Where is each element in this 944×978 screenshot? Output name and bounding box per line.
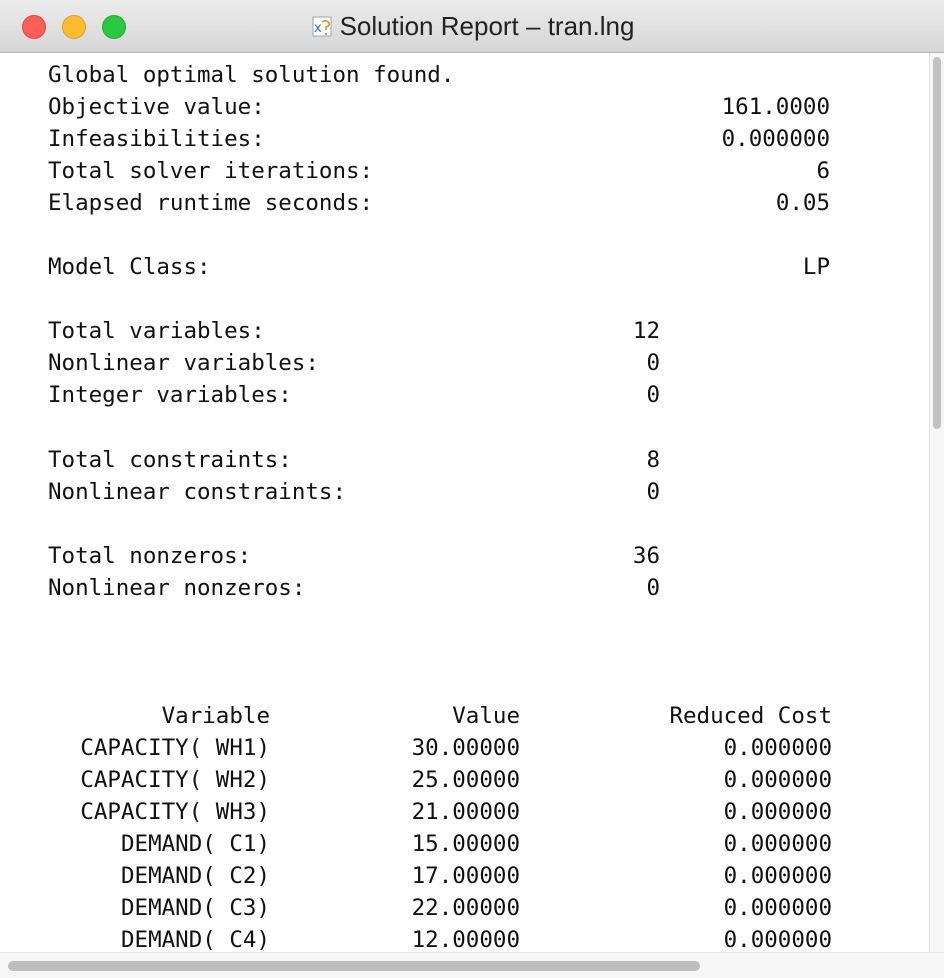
horizontal-scrollbar[interactable] — [0, 952, 944, 978]
variable-value: 12.00000 — [411, 927, 520, 953]
variable-name: CAPACITY( WH3) — [80, 799, 270, 825]
variable-name: CAPACITY( WH2) — [80, 767, 270, 793]
model-class-label: Model Class: — [48, 254, 211, 280]
variable-name: DEMAND( C1) — [120, 831, 270, 857]
variable-value: 22.00000 — [411, 895, 520, 921]
stat-label: Nonlinear constraints: — [48, 479, 347, 505]
variable-reduced-cost: 0.000000 — [723, 895, 832, 921]
variable-value: 21.00000 — [411, 799, 520, 825]
vertical-scroll-thumb[interactable] — [933, 57, 941, 429]
solver-status: Global optimal solution found. — [48, 62, 455, 88]
summary-label: Elapsed runtime seconds: — [48, 190, 374, 216]
variable-reduced-cost: 0.000000 — [723, 831, 832, 857]
summary-label: Infeasibilities: — [48, 126, 265, 152]
vertical-scrollbar[interactable] — [929, 53, 944, 953]
stat-value: 12 — [632, 318, 660, 344]
window-title: Solution Report – tran.lng — [339, 10, 635, 41]
document-icon: x — [310, 13, 336, 39]
variable-value: 15.00000 — [411, 831, 520, 857]
variable-reduced-cost: 0.000000 — [723, 799, 832, 825]
stat-label: Total constraints: — [48, 447, 292, 473]
stat-label: Nonlinear nonzeros: — [48, 575, 306, 601]
stat-label: Total variables: — [48, 318, 265, 344]
summary-label: Total solver iterations: — [48, 158, 374, 184]
stat-value: 0 — [646, 479, 660, 505]
runtime-value: 0.05 — [775, 190, 830, 216]
variable-name: DEMAND( C2) — [120, 863, 270, 889]
variable-name: DEMAND( C4) — [120, 927, 270, 953]
iterations-value: 6 — [816, 158, 830, 184]
variable-name: CAPACITY( WH1) — [80, 735, 270, 761]
variable-name: DEMAND( C3) — [120, 895, 270, 921]
title-bar[interactable]: x Solution Report – tran.lng — [0, 0, 944, 53]
horizontal-scroll-thumb[interactable] — [8, 961, 700, 971]
column-header-variable: Variable — [161, 703, 270, 729]
summary-label: Objective value: — [48, 94, 265, 120]
infeasibilities-value: 0.000000 — [721, 126, 830, 152]
stat-label: Nonlinear variables: — [48, 350, 319, 376]
variable-reduced-cost: 0.000000 — [723, 927, 832, 953]
variable-reduced-cost: 0.000000 — [723, 767, 832, 793]
column-header-value: Value — [452, 703, 520, 729]
objective-value: 161.0000 — [721, 94, 830, 120]
variable-reduced-cost: 0.000000 — [723, 735, 832, 761]
solution-report-window: x Solution Report – tran.lng Global opti… — [0, 0, 944, 978]
variable-reduced-cost: 0.000000 — [723, 863, 832, 889]
stat-value: 0 — [646, 575, 660, 601]
model-class-value: LP — [802, 254, 830, 280]
report-text-area[interactable]: Global optimal solution found. Objective… — [0, 53, 930, 953]
svg-text:x: x — [314, 21, 322, 36]
stat-value: 0 — [646, 382, 660, 408]
stat-value: 8 — [646, 447, 660, 473]
variable-value: 30.00000 — [411, 735, 520, 761]
stat-value: 0 — [646, 350, 660, 376]
variable-value: 25.00000 — [411, 767, 520, 793]
stat-value: 36 — [632, 543, 660, 569]
stat-label: Integer variables: — [48, 382, 292, 408]
column-header-reduced-cost: Reduced Cost — [669, 703, 832, 729]
variable-value: 17.00000 — [411, 863, 520, 889]
stat-label: Total nonzeros: — [48, 543, 252, 569]
